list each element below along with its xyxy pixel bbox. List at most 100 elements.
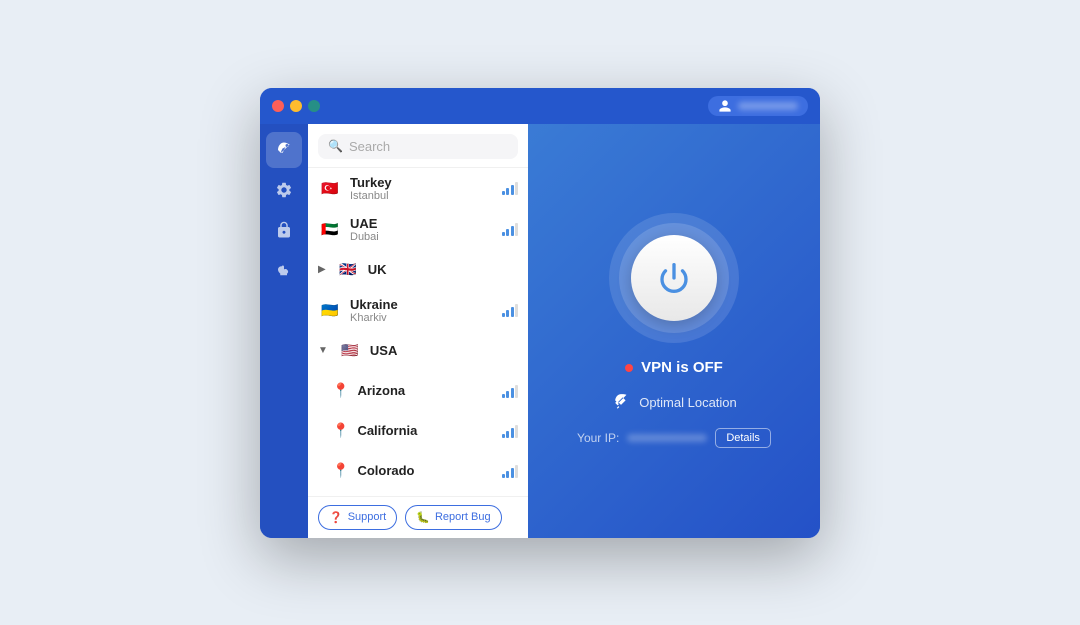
sidebar-icons	[260, 124, 308, 538]
bar4	[515, 182, 518, 195]
bar1	[502, 434, 505, 438]
server-city: Dubai	[350, 231, 494, 243]
state-name: Arizona	[357, 383, 493, 398]
power-button[interactable]	[631, 235, 717, 321]
username-text	[738, 102, 798, 110]
bar3	[511, 226, 514, 236]
bar3	[511, 388, 514, 398]
support-button[interactable]: ❓ Support	[318, 505, 397, 530]
signal-bars	[502, 384, 519, 398]
right-panel: VPN is OFF Optimal Location Your IP: Det…	[528, 124, 820, 538]
server-info: Colorado	[357, 463, 493, 478]
bottom-bar: ❓ Support 🐛 Report Bug	[308, 496, 528, 538]
bar3	[511, 468, 514, 478]
search-input-wrap[interactable]: 🔍	[318, 134, 518, 159]
signal-bars	[502, 222, 519, 236]
server-city: Kharkiv	[350, 312, 494, 324]
bar2	[506, 431, 509, 438]
bar4	[515, 223, 518, 236]
location-pin-icon: 📍	[332, 382, 349, 399]
optimal-location-text: Optimal Location	[639, 395, 737, 410]
bar1	[502, 474, 505, 478]
list-item[interactable]: ▼ 🇺🇸 USA	[308, 331, 528, 371]
server-info: Ukraine Kharkiv	[350, 297, 494, 324]
bar4	[515, 385, 518, 398]
sidebar-item-settings[interactable]	[266, 172, 302, 208]
bar1	[502, 191, 505, 195]
ip-row: Your IP: Details	[577, 428, 771, 448]
ukraine-flag: 🇺🇦	[318, 298, 342, 322]
ip-address	[627, 434, 707, 442]
signal-bars	[502, 464, 519, 478]
server-info: Turkey Istanbul	[350, 175, 494, 202]
bar2	[506, 471, 509, 478]
support-icon: ❓	[329, 511, 343, 524]
report-bug-button[interactable]: 🐛 Report Bug	[405, 505, 501, 530]
search-input[interactable]	[349, 139, 508, 154]
server-country: UK	[368, 262, 518, 277]
sidebar-item-security[interactable]	[266, 212, 302, 248]
list-item[interactable]: 📍 Colorado	[308, 451, 528, 491]
minimize-button[interactable]	[290, 100, 302, 112]
hand-icon	[275, 261, 293, 279]
bug-icon: 🐛	[416, 511, 430, 524]
optimal-location[interactable]: Optimal Location	[611, 392, 737, 412]
turkey-flag: 🇹🇷	[318, 176, 342, 200]
location-pin-icon: 📍	[332, 422, 349, 439]
power-ring-mid	[619, 223, 729, 333]
list-item[interactable]: 📍 California	[308, 411, 528, 451]
server-list: 🇹🇷 Turkey Istanbul 🇦🇪	[308, 168, 528, 496]
bar4	[515, 304, 518, 317]
list-item[interactable]: 🇺🇦 Ukraine Kharkiv	[308, 290, 528, 331]
maximize-button[interactable]	[308, 100, 320, 112]
bar3	[511, 307, 514, 317]
report-bug-label: Report Bug	[435, 511, 491, 523]
server-info: UAE Dubai	[350, 216, 494, 243]
details-button[interactable]: Details	[715, 428, 771, 448]
server-info: California	[357, 423, 493, 438]
sidebar-item-blocker[interactable]	[266, 252, 302, 288]
signal-bars	[502, 424, 519, 438]
rocket-icon	[275, 141, 293, 159]
list-item[interactable]: 🇦🇪 UAE Dubai	[308, 209, 528, 250]
search-box: 🔍	[308, 124, 528, 168]
sidebar-item-servers[interactable]	[266, 132, 302, 168]
uae-flag: 🇦🇪	[318, 217, 342, 241]
state-name: Colorado	[357, 463, 493, 478]
support-label: Support	[348, 511, 387, 523]
user-badge[interactable]	[708, 96, 808, 116]
server-country: UAE	[350, 216, 494, 231]
server-city: Istanbul	[350, 190, 494, 202]
chevron-right-icon: ▶	[318, 264, 326, 275]
search-icon: 🔍	[328, 139, 343, 153]
signal-bars	[502, 303, 519, 317]
server-info: USA	[370, 343, 518, 358]
bar2	[506, 391, 509, 398]
title-bar	[260, 88, 820, 124]
usa-flag: 🇺🇸	[338, 339, 362, 363]
vpn-status: VPN is OFF	[625, 359, 723, 376]
server-info: Arizona	[357, 383, 493, 398]
list-item[interactable]: ▶ 🇬🇧 UK	[308, 250, 528, 290]
bar4	[515, 425, 518, 438]
app-window: 🔍 🇹🇷 Turkey Istanbul	[260, 88, 820, 538]
server-country: USA	[370, 343, 518, 358]
power-icon	[658, 262, 690, 294]
traffic-lights	[272, 100, 320, 112]
server-info: UK	[368, 262, 518, 277]
main-content: 🔍 🇹🇷 Turkey Istanbul	[260, 124, 820, 538]
bar4	[515, 465, 518, 478]
bar1	[502, 313, 505, 317]
list-item[interactable]: 🇹🇷 Turkey Istanbul	[308, 168, 528, 209]
close-button[interactable]	[272, 100, 284, 112]
your-ip-label: Your IP:	[577, 431, 619, 445]
bar2	[506, 229, 509, 236]
list-item[interactable]: 📍 Arizona	[308, 371, 528, 411]
status-dot	[625, 364, 633, 372]
power-ring-outer	[609, 213, 739, 343]
bar1	[502, 232, 505, 236]
state-name: California	[357, 423, 493, 438]
vpn-status-text: VPN is OFF	[641, 359, 723, 376]
bar3	[511, 185, 514, 195]
server-country: Ukraine	[350, 297, 494, 312]
